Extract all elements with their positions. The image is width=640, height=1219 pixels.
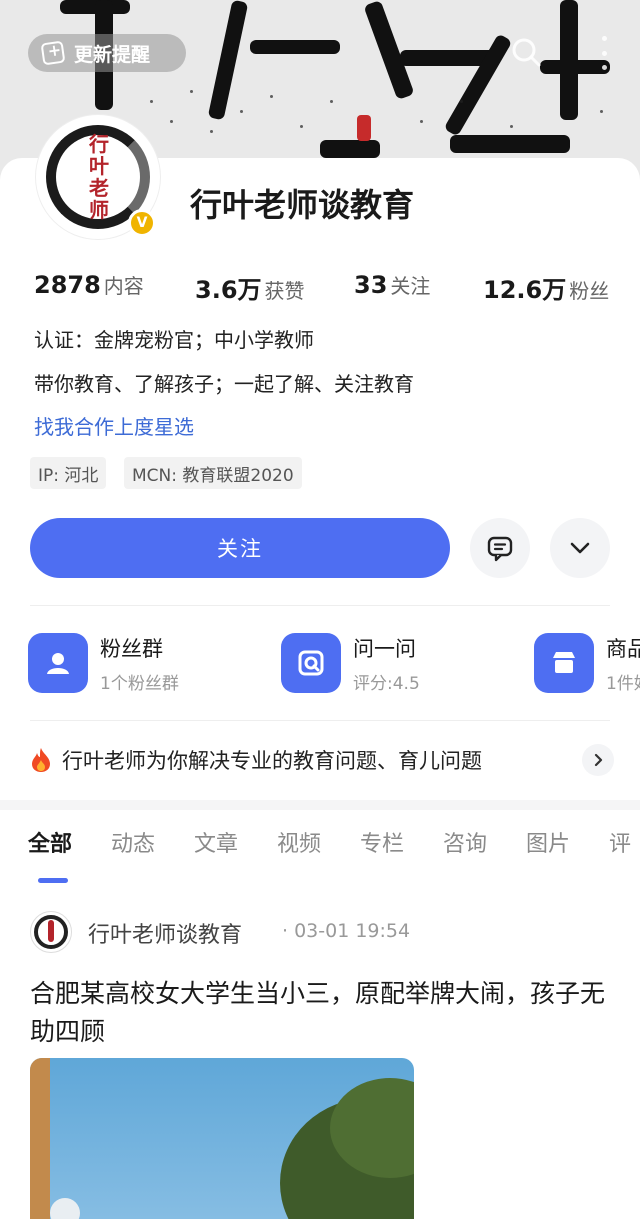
expand-button[interactable] [550, 518, 610, 578]
service-shop[interactable]: 商品 1件好 [534, 632, 640, 694]
tab-all[interactable]: 全部 [28, 826, 72, 858]
tab-dynamics[interactable]: 动态 [111, 826, 155, 858]
post-title[interactable]: 合肥某高校女大学生当小三，原配举牌大闹，孩子无助四顾 [30, 975, 610, 1051]
chat-icon [487, 536, 513, 562]
active-tab-indicator [38, 878, 68, 883]
post-thumbnail[interactable] [30, 1058, 414, 1219]
certification-text: 认证：金牌宠粉官；中小学教师 [34, 328, 314, 352]
content-tabs: 全部 动态 文章 视频 专栏 咨询 图片 评 [0, 826, 640, 876]
divider [30, 605, 610, 606]
tab-reviews[interactable]: 评 [609, 826, 631, 858]
follow-button[interactable]: 关注 [30, 518, 450, 578]
fire-icon [32, 748, 50, 772]
stat-likes[interactable]: 3.6万 获赞 [195, 270, 305, 305]
stat-value: 12.6万 [483, 276, 567, 304]
stat-label: 关注 [390, 274, 431, 298]
tab-columns[interactable]: 专栏 [360, 826, 404, 858]
section-gap [0, 800, 640, 810]
service-subtitle: 评分:4.5 [353, 673, 420, 694]
chevron-right-icon[interactable] [582, 744, 614, 776]
profile-stats: 2878 内容 3.6万 获赞 33 关注 12.6万 粉丝 [34, 270, 614, 304]
mcn-tag[interactable]: MCN: 教育联盟2020 [124, 457, 302, 489]
search-icon[interactable] [510, 36, 542, 68]
stat-value: 3.6万 [195, 276, 262, 304]
service-title: 粉丝群 [100, 636, 163, 661]
message-button[interactable] [470, 518, 530, 578]
update-reminder-label: 更新提醒 [74, 43, 151, 66]
divider [30, 720, 610, 721]
bio-text: 带你教育、了解孩子；一起了解、关注教育 [34, 372, 414, 396]
ask-icon [281, 633, 341, 693]
update-reminder-button[interactable]: 更新提醒 [28, 34, 186, 72]
service-subtitle: 1件好 [606, 673, 640, 694]
more-menu-icon[interactable] [596, 36, 612, 70]
promo-banner[interactable]: 行叶老师为你解决专业的教育问题、育儿问题 [30, 740, 614, 780]
stat-content[interactable]: 2878 内容 [34, 270, 144, 299]
promo-text: 行叶老师为你解决专业的教育问题、育儿问题 [62, 749, 482, 773]
service-ask[interactable]: 问一问 评分:4.5 [281, 632, 420, 694]
service-title: 问一问 [353, 636, 416, 661]
service-fans-group[interactable]: 粉丝群 1个粉丝群 [28, 632, 179, 694]
shop-icon [534, 633, 594, 693]
stat-following[interactable]: 33 关注 [354, 270, 430, 299]
stat-label: 内容 [103, 274, 144, 298]
avatar-calligraphy: 行叶老师 [89, 132, 109, 222]
post-timestamp: · 03-01 19:54 [282, 920, 411, 942]
post-author-avatar[interactable] [30, 911, 72, 953]
chevron-down-icon [570, 542, 590, 554]
seal-stamp [357, 115, 371, 141]
tab-images[interactable]: 图片 [526, 826, 570, 858]
stat-label: 粉丝 [569, 279, 610, 303]
update-bell-icon [40, 40, 66, 66]
stat-followers[interactable]: 12.6万 粉丝 [483, 270, 609, 305]
profile-name: 行叶老师谈教育 [190, 186, 415, 224]
service-subtitle: 1个粉丝群 [100, 673, 179, 694]
post-author-name[interactable]: 行叶老师谈教育 [88, 917, 242, 949]
fans-group-icon [28, 633, 88, 693]
tab-articles[interactable]: 文章 [194, 826, 238, 858]
service-title: 商品 [606, 636, 640, 661]
tab-videos[interactable]: 视频 [277, 826, 321, 858]
stat-label: 获赞 [264, 279, 305, 303]
cooperation-link[interactable]: 找我合作上度星选 [34, 411, 194, 440]
verified-badge-icon: V [128, 209, 156, 237]
tab-consult[interactable]: 咨询 [443, 826, 487, 858]
stat-value: 33 [354, 271, 388, 299]
ip-tag: IP: 河北 [30, 457, 107, 489]
stat-value: 2878 [34, 271, 101, 299]
